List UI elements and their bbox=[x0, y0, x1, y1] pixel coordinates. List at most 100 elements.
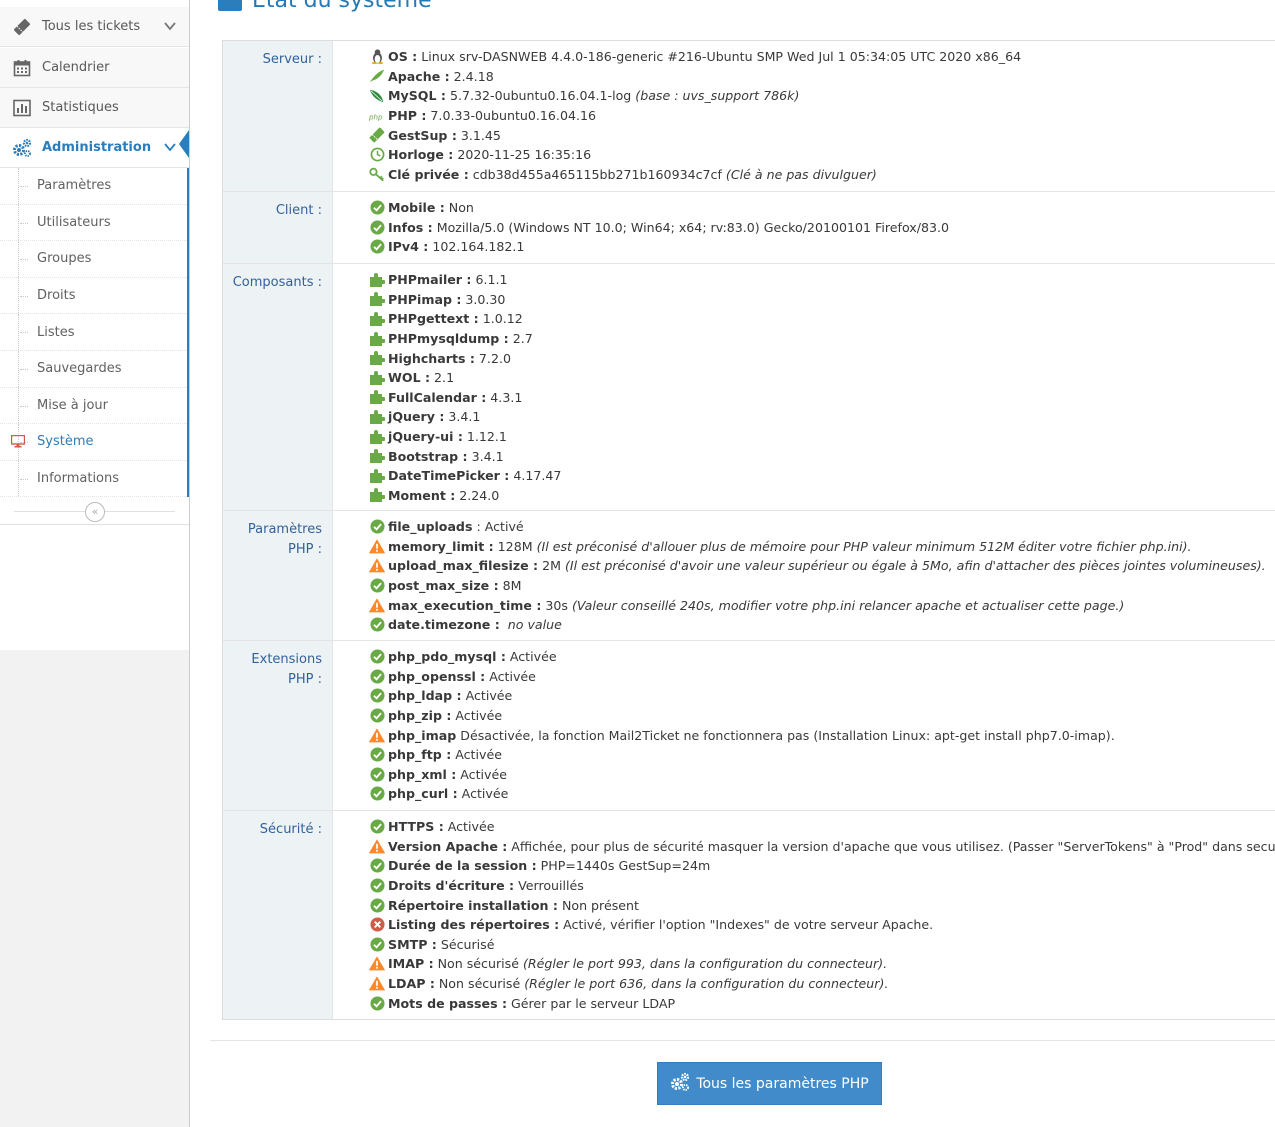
info-key: Listing des répertoires : bbox=[388, 917, 560, 933]
info-key: Version Apache : bbox=[388, 838, 508, 854]
info-row: PHPmailer :6.1.1 bbox=[369, 270, 1275, 290]
info-row: Apache :2.4.18 bbox=[369, 67, 1275, 87]
section-label: Extensions PHP : bbox=[223, 641, 333, 810]
info-value: 3.0.30 bbox=[465, 291, 506, 307]
puzzle-icon bbox=[369, 331, 385, 347]
check-icon bbox=[369, 897, 385, 913]
active-item-marker bbox=[179, 130, 189, 158]
check-icon bbox=[369, 688, 385, 704]
info-key: SMTP : bbox=[388, 936, 437, 952]
info-key: HTTPS : bbox=[388, 819, 444, 835]
section-label: Paramètres PHP : bbox=[223, 511, 333, 640]
chevron-down-icon bbox=[163, 140, 177, 158]
section-label: Client : bbox=[223, 192, 333, 263]
info-key: GestSup : bbox=[388, 127, 457, 143]
collapse-sidebar-button[interactable]: « bbox=[85, 502, 105, 522]
section-php-extensions: Extensions PHP : php_pdo_mysql : Activée p… bbox=[223, 641, 1275, 811]
warning-icon bbox=[369, 558, 385, 574]
section-label: Composants : bbox=[223, 264, 333, 510]
info-value: Non bbox=[448, 200, 474, 216]
submenu-item-label: Listes bbox=[37, 324, 75, 340]
button-label: Tous les paramètres PHP bbox=[696, 1075, 869, 1092]
ticket-icon bbox=[12, 17, 32, 37]
info-value: Activée bbox=[461, 786, 509, 802]
label-line: PHP : bbox=[288, 672, 322, 687]
info-value: 1.12.1 bbox=[466, 429, 507, 445]
warning-icon bbox=[369, 538, 385, 554]
submenu-item-backups[interactable]: Sauvegardes bbox=[0, 350, 187, 388]
info-note: (Valeur conseillé 240s, modifier votre p… bbox=[571, 597, 1125, 613]
info-value: Désactivée, la fonction Mail2Ticket ne f… bbox=[460, 727, 1115, 743]
info-key: DateTimePicker : bbox=[388, 468, 510, 484]
info-value: 8M bbox=[502, 578, 522, 594]
info-key: IPv4 : bbox=[388, 239, 429, 255]
info-value: Activée bbox=[509, 649, 557, 665]
submenu-item-lists[interactable]: Listes bbox=[0, 314, 187, 351]
submenu-item-users[interactable]: Utilisateurs bbox=[0, 204, 187, 242]
info-row: Horloge :2020-11-25 16:35:16 bbox=[369, 145, 1275, 165]
info-value: 2.24.0 bbox=[459, 487, 500, 503]
section-rows: OS : Linux srv-DASNWEB 4.4.0-186-generic … bbox=[369, 47, 1275, 184]
info-value: Activée bbox=[489, 668, 536, 684]
check-icon bbox=[369, 668, 385, 684]
info-key: upload_max_filesize : bbox=[388, 558, 539, 574]
all-php-parameters-button[interactable]: Tous les paramètres PHP bbox=[657, 1062, 882, 1105]
sidebar-item-all-tickets[interactable]: Tous les tickets bbox=[0, 7, 189, 47]
puzzle-icon bbox=[369, 370, 385, 386]
sidebar-item-calendar[interactable]: Calendrier bbox=[0, 48, 189, 88]
submenu-item-parameters[interactable]: Paramètres bbox=[0, 168, 187, 205]
ticket-icon bbox=[369, 127, 385, 143]
info-key: jQuery : bbox=[388, 409, 445, 425]
info-row: PHPmysqldump :2.7 bbox=[369, 329, 1275, 349]
info-value: 128M bbox=[497, 538, 533, 554]
label-line: PHP : bbox=[288, 542, 322, 557]
sidebar-item-label: Tous les tickets bbox=[42, 19, 141, 34]
info-key: Moment : bbox=[388, 487, 456, 503]
info-value: Activée bbox=[455, 708, 503, 724]
puzzle-icon bbox=[369, 409, 385, 425]
info-value: Verrouillés bbox=[518, 878, 584, 894]
check-icon bbox=[369, 649, 385, 665]
info-value: Mozilla/5.0 (Windows NT 10.0; Win64; x64… bbox=[436, 219, 949, 235]
info-value: Activée bbox=[465, 688, 513, 704]
sidebar-item-label: Administration bbox=[42, 140, 152, 155]
info-key: Clé privée : bbox=[388, 166, 469, 182]
sidebar-item-administration[interactable]: Administration bbox=[0, 128, 189, 168]
sidebar-item-statistics[interactable]: Statistiques bbox=[0, 88, 189, 128]
info-note: (Clé à ne pas divulguer) bbox=[725, 166, 877, 182]
info-row: php_xml : Activée bbox=[369, 765, 1275, 785]
info-row: Moment :2.24.0 bbox=[369, 486, 1275, 506]
info-row: memory_limit :128M (Il est préconisé d'al… bbox=[369, 537, 1275, 557]
info-row: GestSup :3.1.45 bbox=[369, 125, 1275, 145]
submenu-item-update[interactable]: Mise à jour bbox=[0, 387, 187, 425]
puzzle-icon bbox=[369, 468, 385, 484]
info-row: php_zip : Activée bbox=[369, 706, 1275, 726]
submenu-item-rights[interactable]: Droits bbox=[0, 277, 187, 315]
section-rows: HTTPS : Activée Version Apache : Affichée, … bbox=[369, 817, 1275, 1013]
puzzle-icon bbox=[369, 429, 385, 445]
section-rows: PHPmailer :6.1.1 PHPimap :3.0.30 PHPgettex… bbox=[369, 270, 1275, 505]
info-key: php_pdo_mysql : bbox=[388, 649, 506, 665]
info-row: DateTimePicker :4.17.47 bbox=[369, 466, 1275, 486]
warning-icon bbox=[369, 727, 385, 743]
info-value: Sécurisé bbox=[440, 936, 495, 952]
info-row: max_execution_time :30s (Valeur conseillé… bbox=[369, 595, 1275, 615]
info-value: 2.1 bbox=[434, 370, 455, 386]
desktop-icon bbox=[10, 434, 26, 452]
warning-icon bbox=[369, 597, 385, 613]
submenu-item-system[interactable]: Système bbox=[0, 424, 187, 461]
info-key: MySQL : bbox=[388, 88, 446, 104]
info-note: (Régler le port 636, dans la configurati… bbox=[524, 976, 889, 992]
info-row: post_max_size :8M bbox=[369, 576, 1275, 596]
info-key: Mots de passes : bbox=[388, 995, 507, 1011]
info-key: php_imap bbox=[388, 727, 457, 743]
info-value: Activée bbox=[447, 819, 495, 835]
sidebar-item-label: Statistiques bbox=[42, 100, 119, 115]
submenu-item-groups[interactable]: Groupes bbox=[0, 241, 187, 278]
check-icon bbox=[369, 936, 385, 952]
submenu-item-informations[interactable]: Informations bbox=[0, 460, 187, 498]
info-row: Listing des répertoires : Activé, vérifie… bbox=[369, 915, 1275, 935]
info-key: Répertoire installation : bbox=[388, 897, 558, 913]
submenu-item-label: Mise à jour bbox=[37, 397, 108, 413]
check-icon bbox=[369, 578, 385, 594]
